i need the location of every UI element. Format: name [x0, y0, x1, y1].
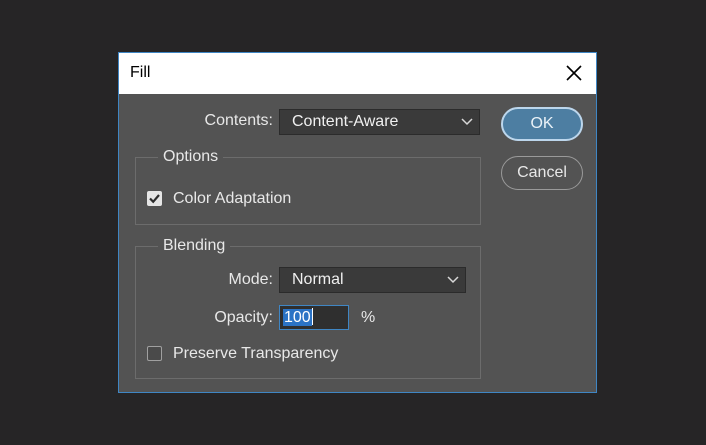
opacity-value: 100	[283, 309, 312, 326]
contents-label: Contents:	[204, 112, 273, 129]
dialog-titlebar: Fill	[119, 53, 596, 94]
dialog-content: Contents: Content-Aware OK Cancel Option…	[119, 94, 596, 392]
options-legend: Options	[158, 148, 224, 166]
color-adaptation-checkbox[interactable]	[147, 191, 162, 206]
preserve-transparency-checkbox[interactable]	[147, 346, 162, 361]
mode-label: Mode:	[228, 271, 273, 288]
mode-select-value: Normal	[292, 271, 344, 288]
chevron-down-icon	[447, 276, 459, 284]
mode-select[interactable]: Normal	[279, 267, 466, 293]
close-button[interactable]	[558, 57, 590, 89]
contents-select[interactable]: Content-Aware	[279, 109, 480, 135]
cancel-button[interactable]: Cancel	[501, 156, 583, 190]
ok-button[interactable]: OK	[501, 107, 583, 141]
checkmark-icon	[149, 194, 160, 204]
blending-legend: Blending	[158, 237, 231, 255]
close-icon	[566, 65, 582, 81]
preserve-transparency-label[interactable]: Preserve Transparency	[173, 345, 338, 363]
fill-dialog: Fill Contents: Content-Aware OK Cancel O…	[118, 52, 597, 393]
contents-select-value: Content-Aware	[292, 113, 399, 130]
chevron-down-icon	[461, 118, 473, 126]
opacity-label: Opacity:	[214, 309, 273, 326]
color-adaptation-label[interactable]: Color Adaptation	[173, 190, 291, 208]
text-caret	[311, 308, 313, 325]
dialog-title: Fill	[130, 64, 151, 81]
opacity-input[interactable]: 100	[279, 305, 349, 330]
opacity-unit: %	[361, 309, 376, 326]
